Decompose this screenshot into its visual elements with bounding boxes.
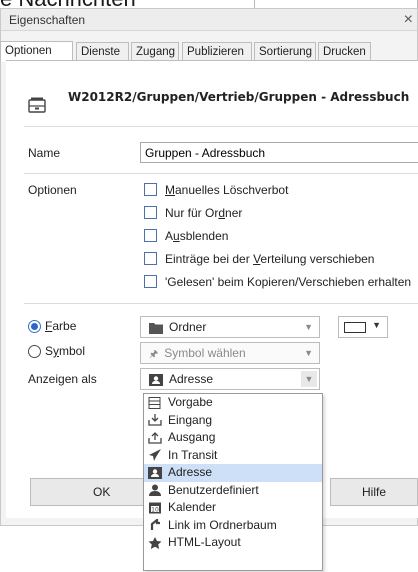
options-label: Optionen — [28, 183, 77, 197]
chevron-down-icon: ▼ — [301, 371, 317, 387]
chevron-down-icon: ▼ — [372, 320, 381, 330]
divider — [24, 173, 418, 174]
inbox-icon — [148, 414, 162, 426]
checkbox-manual-delete-lock[interactable]: Manuelles Löschverbot — [144, 182, 288, 200]
user-icon — [149, 484, 161, 497]
radio-symbol[interactable]: Symbol — [28, 344, 85, 360]
default-view-icon — [148, 396, 161, 409]
dropdown-option-eingang[interactable]: Eingang — [144, 412, 322, 430]
dropdown-option-benutzerdefiniert[interactable]: Benutzerdefiniert — [144, 482, 322, 500]
checkbox-box[interactable] — [144, 229, 157, 243]
dropdown-option-vorgabe[interactable]: Vorgabe — [144, 394, 322, 412]
dialog-title: Eigenschaften — [9, 13, 86, 27]
checkbox-box[interactable] — [144, 183, 157, 197]
name-field[interactable] — [140, 142, 418, 163]
chevron-down-icon: ▼ — [304, 322, 313, 332]
folder-path: W2012R2/Gruppen/Vertrieb/Gruppen - Adres… — [68, 90, 410, 104]
folder-icon — [149, 322, 163, 334]
divider — [24, 303, 418, 304]
symbol-select[interactable]: 🖈 Symbol wählen ▼ — [140, 342, 320, 364]
link-icon — [150, 519, 160, 531]
chevron-down-icon: ▼ — [304, 348, 313, 358]
color-swatch — [344, 322, 366, 333]
dropdown-option-ausgang[interactable]: Ausgang — [144, 429, 322, 447]
tab-sortierung[interactable]: Sortierung — [254, 42, 316, 62]
star-icon — [148, 536, 162, 549]
dropdown-option-html-layout[interactable]: HTML-Layout — [144, 534, 322, 552]
tab-dienste[interactable]: Dienste — [76, 42, 129, 62]
radio-button-checked[interactable] — [28, 320, 41, 334]
checkbox-hide[interactable]: Ausblenden — [144, 228, 228, 246]
address-card-icon — [149, 373, 163, 386]
checkbox-folders-only[interactable]: Nur für Ordner — [144, 205, 242, 223]
checkbox-move-on-distribution[interactable]: Einträge bei der Verteilung verschieben — [144, 251, 374, 269]
tab-optionen[interactable]: Optionen — [0, 41, 73, 62]
view-as-dropdown-list: Vorgabe Eingang Ausgang In Transit Adres… — [143, 393, 323, 571]
name-label: Name — [28, 146, 61, 160]
checkbox-box[interactable] — [144, 252, 157, 266]
farbe-select[interactable]: Ordner ▼ — [140, 316, 320, 338]
tab-publizieren[interactable]: Publizieren — [182, 42, 252, 62]
calendar-icon: 10 — [149, 502, 161, 514]
tab-zugang[interactable]: Zugang — [131, 42, 179, 62]
tab-drucken[interactable]: Drucken — [318, 42, 371, 62]
help-button[interactable]: Hilfe — [330, 478, 418, 506]
checkbox-keep-read-status[interactable]: 'Gelesen' beim Kopieren/Verschieben erha… — [144, 274, 411, 292]
title-bar: Eigenschaften × — [1, 9, 417, 31]
radio-farbe[interactable]: Farbe — [28, 319, 76, 335]
color-picker-button[interactable]: ▼ — [338, 316, 388, 338]
dropdown-option-link-im-ordnerbaum[interactable]: Link im Ordnerbaum — [144, 517, 322, 535]
dropdown-option-in-transit[interactable]: In Transit — [144, 447, 322, 465]
close-icon[interactable]: × — [404, 9, 413, 31]
dropdown-option-adresse[interactable]: Adresse — [144, 464, 322, 482]
pin-icon: 🖈 — [149, 349, 159, 360]
dropdown-option-kalender[interactable]: 10 Kalender — [144, 499, 322, 517]
outbox-icon — [148, 431, 162, 444]
divider — [24, 126, 418, 127]
folder-cabinet-icon — [28, 97, 46, 113]
address-card-icon — [148, 466, 162, 479]
view-as-select[interactable]: Adresse ▼ — [140, 368, 320, 390]
checkbox-box[interactable] — [144, 275, 157, 289]
view-as-label: Anzeigen als — [28, 372, 97, 386]
in-transit-icon — [149, 449, 161, 462]
radio-button[interactable] — [28, 345, 41, 359]
checkbox-box[interactable] — [144, 206, 157, 220]
svg-text:10: 10 — [151, 506, 159, 513]
